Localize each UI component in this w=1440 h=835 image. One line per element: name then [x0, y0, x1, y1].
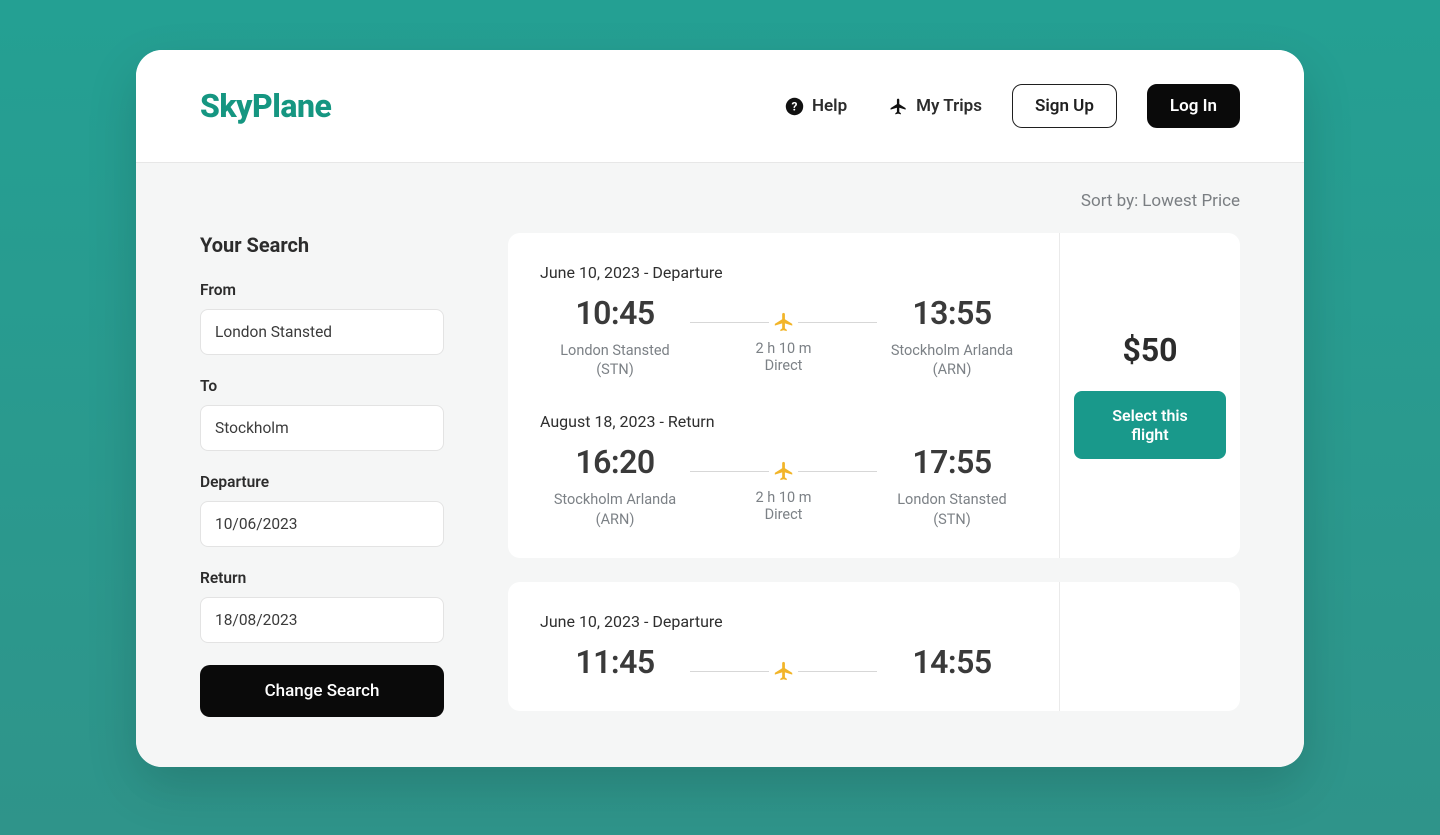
flight-leg: June 10, 2023 - Departure 10:45 London S… — [540, 263, 1027, 378]
results-area: Sort by: Lowest Price Your Search From T… — [136, 163, 1304, 767]
from-label: From — [200, 281, 444, 299]
arrival-airport-name: London Stansted — [877, 490, 1027, 510]
plane-icon — [773, 460, 795, 482]
arrival-airport-code: (STN) — [877, 511, 1027, 528]
departure-label: Departure — [200, 473, 444, 491]
login-button[interactable]: Log In — [1147, 84, 1240, 128]
mytrips-link[interactable]: My Trips — [889, 96, 982, 116]
sort-label: Sort by: — [1081, 191, 1138, 211]
change-search-button[interactable]: Change Search — [200, 665, 444, 717]
plane-icon — [889, 97, 908, 116]
stops: Direct — [690, 506, 877, 523]
results-list: June 10, 2023 - Departure 10:45 London S… — [508, 233, 1240, 711]
departure-airport-name: London Stansted — [540, 341, 690, 361]
departure-airport-code: (ARN) — [540, 511, 690, 528]
duration: 2 h 10 m — [690, 340, 877, 357]
return-input[interactable] — [200, 597, 444, 643]
select-flight-button[interactable]: Select this flight — [1074, 391, 1226, 459]
plane-icon — [773, 660, 795, 682]
from-input[interactable] — [200, 309, 444, 355]
leg-label: August 18, 2023 - Return — [540, 412, 1027, 431]
departure-airport-code: (STN) — [540, 361, 690, 378]
sort-value: Lowest Price — [1142, 191, 1240, 211]
search-sidebar: Your Search From To Departure Return Cha… — [200, 233, 444, 717]
flight-leg: August 18, 2023 - Return 16:20 Stockholm… — [540, 412, 1027, 527]
flight-card: June 10, 2023 - Departure 11:45 — [508, 582, 1240, 711]
arrival-time: 13:55 — [877, 294, 1027, 332]
signup-button[interactable]: Sign Up — [1012, 84, 1117, 128]
svg-text:?: ? — [792, 99, 798, 113]
sort-control[interactable]: Sort by: Lowest Price — [200, 191, 1240, 211]
departure-airport-name: Stockholm Arlanda — [540, 490, 690, 510]
duration: 2 h 10 m — [690, 489, 877, 506]
header: SkyPlane ? Help My Trips Sign Up Log In — [136, 50, 1304, 163]
brand-logo[interactable]: SkyPlane — [200, 87, 331, 125]
arrival-airport-name: Stockholm Arlanda — [877, 341, 1027, 361]
arrival-time: 17:55 — [877, 443, 1027, 481]
departure-input[interactable] — [200, 501, 444, 547]
return-label: Return — [200, 569, 444, 587]
mytrips-label: My Trips — [916, 96, 982, 116]
arrival-airport-code: (ARN) — [877, 361, 1027, 378]
help-link[interactable]: ? Help — [785, 96, 847, 116]
help-icon: ? — [785, 97, 804, 116]
arrival-time: 14:55 — [877, 643, 1027, 681]
flight-card: June 10, 2023 - Departure 10:45 London S… — [508, 233, 1240, 558]
departure-time: 10:45 — [540, 294, 690, 332]
departure-time: 11:45 — [540, 643, 690, 681]
leg-label: June 10, 2023 - Departure — [540, 263, 1027, 282]
departure-time: 16:20 — [540, 443, 690, 481]
plane-icon — [773, 311, 795, 333]
sidebar-title: Your Search — [200, 233, 444, 257]
to-label: To — [200, 377, 444, 395]
help-label: Help — [812, 96, 847, 116]
to-input[interactable] — [200, 405, 444, 451]
flight-leg: June 10, 2023 - Departure 11:45 — [540, 612, 1027, 681]
price: $50 — [1122, 331, 1177, 369]
leg-label: June 10, 2023 - Departure — [540, 612, 1027, 631]
stops: Direct — [690, 357, 877, 374]
